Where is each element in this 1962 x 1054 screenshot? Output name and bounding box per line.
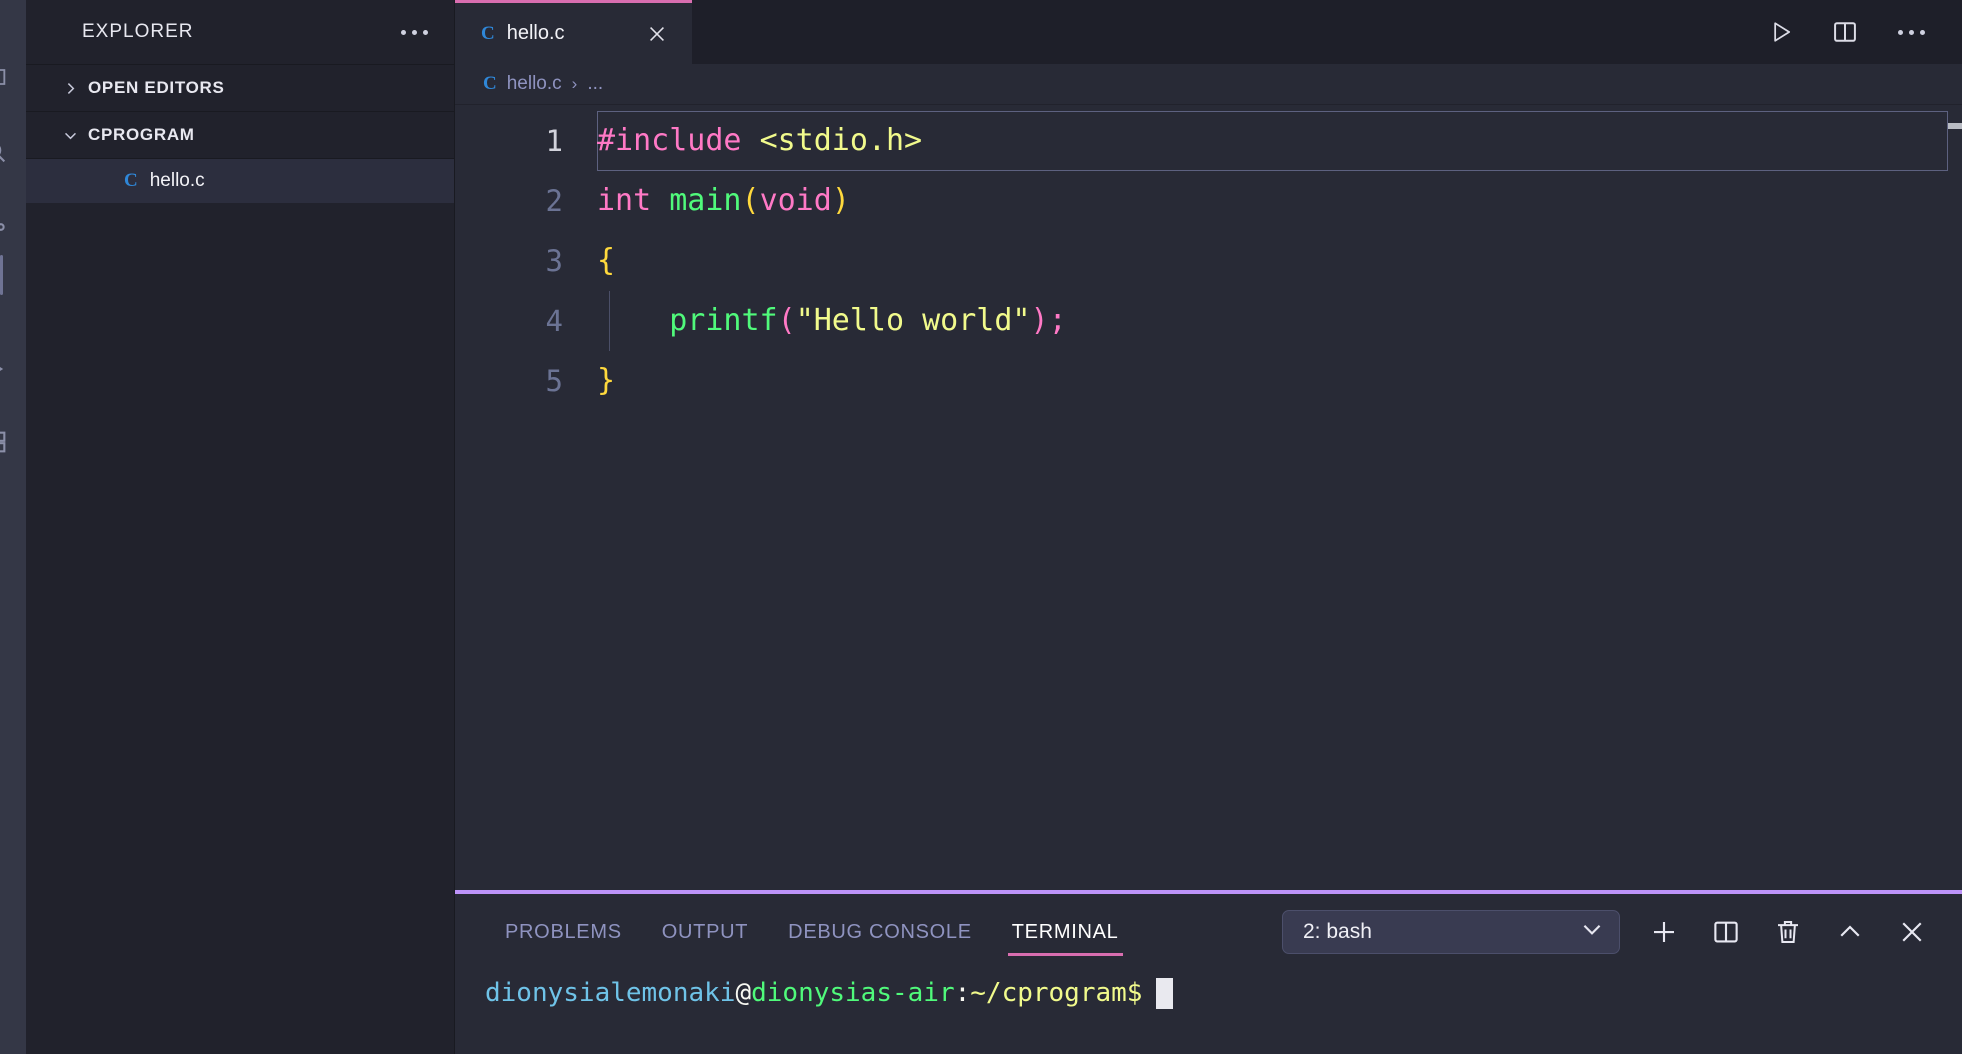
- bottom-panel: PROBLEMSOUTPUTDEBUG CONSOLETERMINAL 2: ba…: [455, 890, 1962, 1054]
- code-editor[interactable]: 1#include <stdio.h>2int main(void)3{4 pr…: [455, 104, 1962, 890]
- activity-bar-active-indicator: [0, 255, 3, 295]
- terminal-colon: :: [955, 978, 971, 1008]
- sidebar-explorer: EXPLORER OPEN EDITORS CPROGRAM C hello.c: [26, 0, 455, 1054]
- tab-bar: C hello.c: [455, 0, 1962, 64]
- close-icon[interactable]: [642, 19, 672, 49]
- code-token: [742, 123, 760, 158]
- code-token: (: [778, 303, 796, 338]
- code-text: #include <stdio.h>: [597, 111, 922, 171]
- breadcrumb-separator-icon: ›: [572, 74, 578, 94]
- code-lines: 1#include <stdio.h>2int main(void)3{4 pr…: [455, 105, 1962, 411]
- code-line[interactable]: 4 printf("Hello world");: [455, 291, 1962, 351]
- sidebar-section-label: CPROGRAM: [88, 125, 195, 145]
- activity-bar: [0, 0, 26, 1054]
- code-token: {: [597, 243, 615, 278]
- panel-tab-terminal[interactable]: TERMINAL: [992, 894, 1139, 970]
- code-text: {: [597, 231, 615, 291]
- code-token: ): [832, 183, 850, 218]
- sidebar-section-open-editors[interactable]: OPEN EDITORS: [26, 64, 454, 112]
- code-text: }: [597, 351, 615, 411]
- extensions-icon[interactable]: [0, 425, 12, 459]
- terminal-host: dionysias-air: [751, 978, 955, 1008]
- maximize-panel-icon[interactable]: [1832, 914, 1868, 950]
- sidebar-header: EXPLORER: [26, 0, 454, 64]
- editor-actions: [1764, 0, 1962, 64]
- code-line[interactable]: 5}: [455, 351, 1962, 411]
- line-number: 5: [455, 351, 597, 411]
- code-token: <stdio.h>: [760, 123, 923, 158]
- code-token: void: [760, 183, 832, 218]
- search-icon[interactable]: [0, 135, 12, 169]
- code-text: int main(void): [597, 171, 850, 231]
- page-title: EXPLORER: [82, 21, 193, 43]
- line-number: 2: [455, 171, 597, 231]
- code-line[interactable]: 3{: [455, 231, 1962, 291]
- sidebar-section-label: OPEN EDITORS: [88, 78, 225, 98]
- code-token: "Hello world": [796, 303, 1031, 338]
- overview-ruler-mark: [1948, 123, 1962, 129]
- c-file-icon: C: [481, 23, 495, 45]
- code-token: #include: [597, 123, 742, 158]
- line-number: 1: [455, 111, 597, 171]
- source-control-icon[interactable]: [0, 210, 12, 244]
- line-number: 3: [455, 231, 597, 291]
- breadcrumb[interactable]: C hello.c › ...: [455, 64, 1962, 104]
- panel-tab-problems[interactable]: PROBLEMS: [485, 894, 642, 970]
- sidebar-file-label: hello.c: [150, 170, 205, 192]
- c-file-icon: C: [124, 170, 138, 192]
- run-debug-icon[interactable]: [0, 352, 12, 386]
- line-number: 4: [455, 291, 597, 351]
- chevron-down-icon: [1579, 916, 1605, 948]
- terminal-select[interactable]: 2: bash: [1282, 910, 1620, 954]
- run-code-icon[interactable]: [1764, 15, 1798, 49]
- code-token: printf: [669, 303, 777, 338]
- panel-tab-debug-console[interactable]: DEBUG CONSOLE: [768, 894, 992, 970]
- tab-hello-c[interactable]: C hello.c: [455, 0, 692, 64]
- explorer-icon[interactable]: [0, 60, 12, 94]
- tab-label: hello.c: [507, 22, 630, 45]
- vscode-window: EXPLORER OPEN EDITORS CPROGRAM C hello.c: [0, 0, 1962, 1054]
- panel-tab-list: PROBLEMSOUTPUTDEBUG CONSOLETERMINAL 2: ba…: [455, 894, 1962, 970]
- editor-group: C hello.c C hello.c: [455, 0, 1962, 1054]
- code-token: [597, 303, 669, 338]
- code-token: int: [597, 183, 651, 218]
- code-token: [651, 183, 669, 218]
- terminal-cursor: [1156, 978, 1173, 1009]
- terminal-user: dionysialemonaki: [485, 978, 735, 1008]
- code-token: main: [669, 183, 741, 218]
- sidebar-section-cprogram[interactable]: CPROGRAM: [26, 112, 454, 159]
- code-token: ): [1031, 303, 1049, 338]
- c-file-icon: C: [483, 73, 497, 95]
- code-token: (: [742, 183, 760, 218]
- sidebar-file-hello-c[interactable]: C hello.c: [26, 159, 454, 203]
- terminal-output[interactable]: dionysialemonaki@dionysias-air:~/cprogra…: [455, 970, 1962, 1054]
- chevron-down-icon: [60, 125, 80, 145]
- code-token: }: [597, 363, 615, 398]
- kill-terminal-icon[interactable]: [1770, 914, 1806, 950]
- breadcrumb-overflow[interactable]: ...: [587, 73, 603, 95]
- code-line[interactable]: 1#include <stdio.h>: [455, 111, 1962, 171]
- new-terminal-icon[interactable]: [1646, 914, 1682, 950]
- panel-tab-output[interactable]: OUTPUT: [642, 894, 768, 970]
- close-panel-icon[interactable]: [1894, 914, 1930, 950]
- sidebar-more-actions-icon[interactable]: [399, 24, 430, 41]
- panel-actions: 2: bash: [1282, 910, 1962, 954]
- code-token: ;: [1049, 303, 1067, 338]
- breadcrumb-file[interactable]: hello.c: [507, 73, 562, 95]
- terminal-path: ~/cprogram$: [970, 978, 1142, 1008]
- split-terminal-icon[interactable]: [1708, 914, 1744, 950]
- terminal-at: @: [735, 978, 751, 1008]
- chevron-right-icon: [60, 78, 80, 98]
- split-editor-icon[interactable]: [1828, 15, 1862, 49]
- terminal-select-value: 2: bash: [1303, 920, 1579, 944]
- more-actions-icon[interactable]: [1892, 9, 1930, 55]
- code-line[interactable]: 2int main(void): [455, 171, 1962, 231]
- code-text: printf("Hello world");: [597, 291, 1067, 351]
